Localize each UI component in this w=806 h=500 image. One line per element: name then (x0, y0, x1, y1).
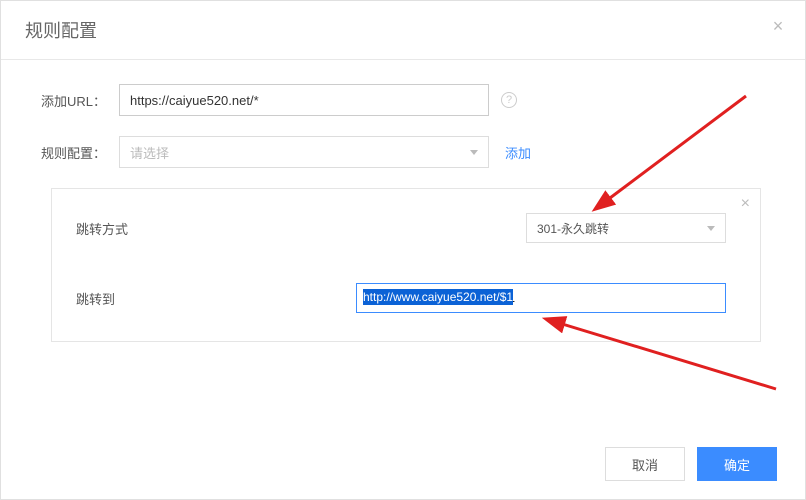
confirm-button[interactable]: 确定 (697, 447, 777, 481)
redirect-target-input[interactable] (356, 283, 726, 313)
rule-config-modal: 规则配置 × 添加URL： ? 规则配置： 请选择 添加 × 跳转方式 301-… (0, 0, 806, 500)
url-row: 添加URL： ? (41, 84, 765, 116)
config-select[interactable]: 请选择 (119, 136, 489, 168)
config-panel: × 跳转方式 301-永久跳转 跳转到 http://www.caiyue520… (51, 188, 761, 342)
help-icon[interactable]: ? (501, 92, 517, 108)
chevron-down-icon (707, 226, 715, 231)
redirect-target-label: 跳转到 (76, 289, 356, 308)
config-label: 规则配置： (41, 143, 119, 162)
modal-title: 规则配置 (25, 17, 781, 43)
modal-footer: 取消 确定 (605, 447, 777, 481)
config-row: 规则配置： 请选择 添加 (41, 136, 765, 168)
cancel-button[interactable]: 取消 (605, 447, 685, 481)
chevron-down-icon (470, 150, 478, 155)
modal-header: 规则配置 × (1, 1, 805, 60)
redirect-type-select[interactable]: 301-永久跳转 (526, 213, 726, 243)
close-icon[interactable]: × (769, 17, 787, 35)
url-label: 添加URL： (41, 91, 119, 110)
panel-close-icon[interactable]: × (741, 195, 750, 213)
add-link[interactable]: 添加 (505, 143, 531, 162)
redirect-type-row: 跳转方式 301-永久跳转 (76, 213, 736, 243)
config-select-placeholder: 请选择 (130, 143, 169, 162)
redirect-type-value: 301-永久跳转 (537, 220, 609, 237)
modal-body: 添加URL： ? 规则配置： 请选择 添加 × 跳转方式 301-永久跳转 (1, 60, 805, 342)
url-input[interactable] (119, 84, 489, 116)
redirect-target-wrapper: http://www.caiyue520.net/$1 (356, 283, 726, 313)
redirect-type-label: 跳转方式 (76, 219, 356, 238)
redirect-target-row: 跳转到 http://www.caiyue520.net/$1 (76, 283, 736, 313)
